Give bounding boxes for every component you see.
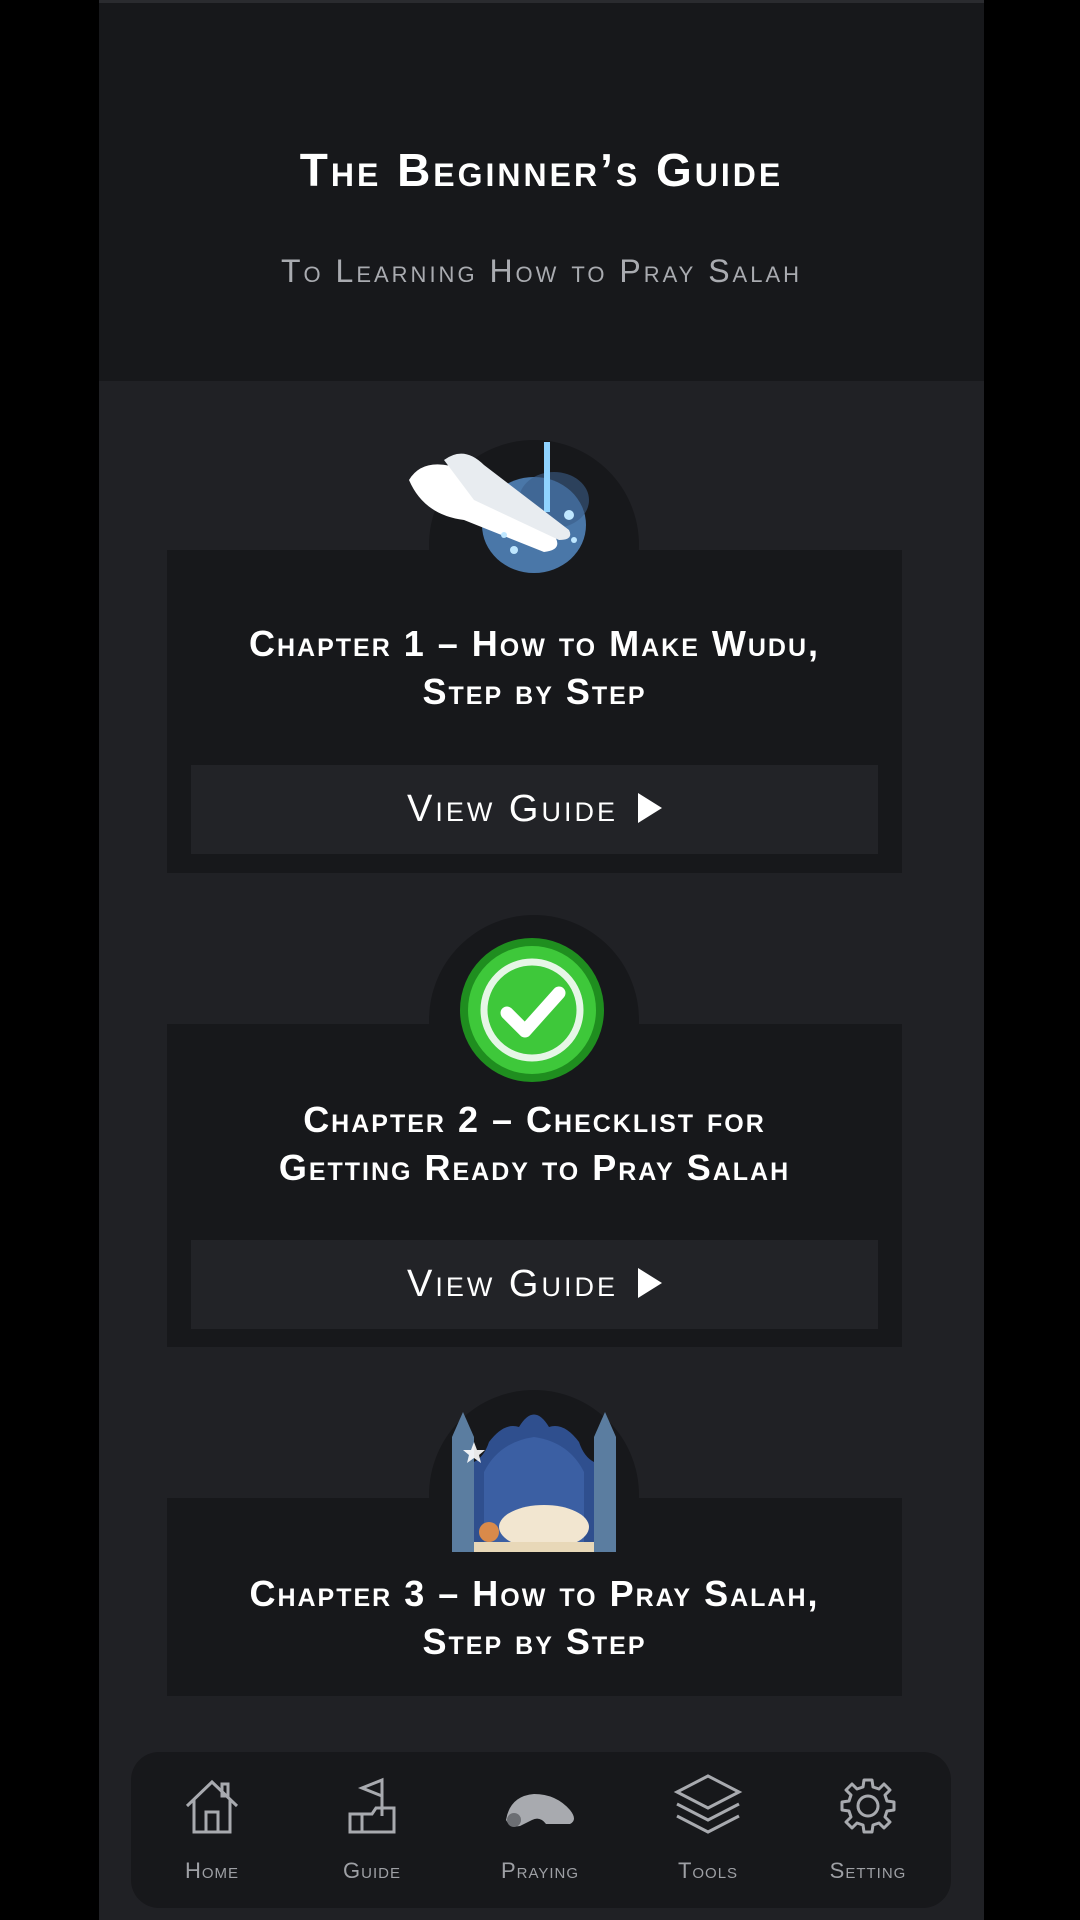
nav-praying-label: Praying <box>500 1858 580 1883</box>
bottom-nav: Home Guide Praying Tools Setting <box>131 1752 951 1908</box>
chapter-3-title-line1: Chapter 3 – How to Pray Salah, <box>249 1573 820 1614</box>
nav-setting[interactable]: Setting <box>793 1752 943 1908</box>
header: The Beginner’s Guide To Learning How to … <box>99 0 984 381</box>
view-guide-label: View Guide <box>407 1263 618 1305</box>
chapter-3-title: Chapter 3 – How to Pray Salah, Step by S… <box>167 1570 902 1666</box>
chapter-2-view-guide-button[interactable]: View Guide <box>191 1240 878 1329</box>
play-icon <box>637 767 662 856</box>
wudu-hands-icon <box>404 440 644 605</box>
chapter-1-title-line1: Chapter 1 – How to Make Wudu, <box>248 623 821 664</box>
praying-icon <box>506 1794 574 1827</box>
nav-tools[interactable]: Tools <box>633 1752 783 1908</box>
guide-flag-icon <box>348 1777 396 1834</box>
nav-tools-label: Tools <box>677 1858 739 1883</box>
checkmark-badge-icon <box>457 935 607 1090</box>
nav-praying[interactable]: Praying <box>465 1752 615 1908</box>
chapter-2-title: Chapter 2 – Checklist for Getting Ready … <box>167 1096 902 1192</box>
app-screen: The Beginner’s Guide To Learning How to … <box>99 0 984 1920</box>
page-subtitle: To Learning How to Pray Salah <box>280 253 803 289</box>
nav-guide-label: Guide <box>343 1858 401 1883</box>
nav-home-label: Home <box>184 1858 240 1883</box>
view-guide-label: View Guide <box>407 788 618 830</box>
chapter-1-title-line2: Step by Step <box>422 671 647 712</box>
layers-icon <box>673 1774 743 1834</box>
nav-guide[interactable]: Guide <box>297 1752 447 1908</box>
nav-home[interactable]: Home <box>137 1752 287 1908</box>
home-icon <box>185 1779 239 1834</box>
nav-setting-label: Setting <box>829 1858 907 1883</box>
mosque-prayer-icon <box>444 1402 624 1557</box>
chapter-1-title: Chapter 1 – How to Make Wudu, Step by St… <box>167 620 902 716</box>
page-title: The Beginner’s Guide <box>299 144 784 196</box>
chapter-1-view-guide-button[interactable]: View Guide <box>191 765 878 854</box>
chapter-2-title-line2: Getting Ready to Pray Salah <box>278 1147 791 1188</box>
chapter-2-title-line1: Chapter 2 – Checklist for <box>303 1099 766 1140</box>
gear-icon <box>840 1778 896 1834</box>
play-icon <box>637 1242 662 1331</box>
chapter-3-title-line2: Step by Step <box>422 1621 647 1662</box>
